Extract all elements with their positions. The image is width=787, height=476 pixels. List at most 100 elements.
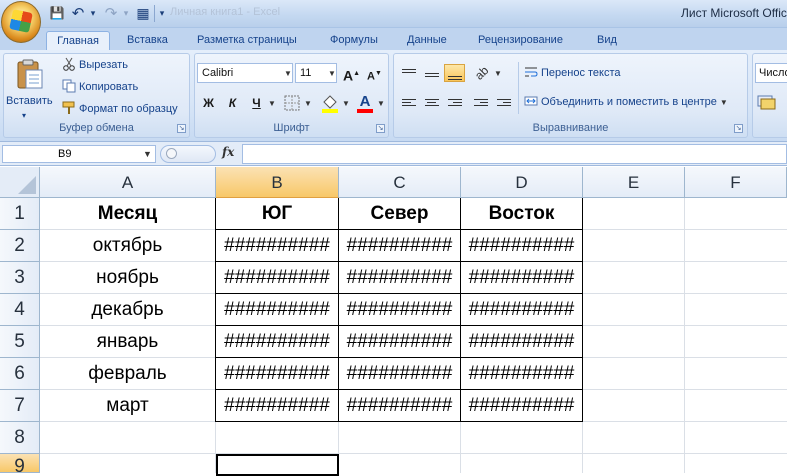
format-painter-button[interactable]: Формат по образцу [62,101,178,117]
name-box[interactable]: B9 [2,145,156,163]
redo-icon[interactable]: ↷ [103,5,119,22]
copy-button[interactable]: Копировать [62,79,138,95]
row-header-2[interactable]: 2 [0,230,40,262]
cell-b7[interactable]: ########## [216,390,338,421]
cell-c3[interactable]: ########## [339,262,460,293]
font-name-dropdown-icon[interactable]: ▼ [284,69,292,78]
column-header-a[interactable]: A [40,167,216,198]
alignment-launcher-icon[interactable]: ↘ [734,124,743,133]
tab-insert[interactable]: Вставка [127,31,168,50]
borders-dropdown-icon[interactable]: ▼ [304,99,312,108]
column-header-f[interactable]: F [685,167,787,198]
row-header-7[interactable]: 7 [0,390,40,422]
font-color-icon[interactable]: A [355,92,375,114]
align-center-icon[interactable] [421,93,442,111]
cell-c7[interactable]: ########## [339,390,460,421]
cell-c2[interactable]: ########## [339,230,460,261]
cell-a5[interactable]: январь [40,326,215,357]
underline-button[interactable]: Ч [246,93,267,112]
cell-b1[interactable]: ЮГ [216,198,338,229]
cell-c4[interactable]: ########## [339,294,460,325]
qat-customize-icon[interactable]: ▾ [157,5,167,22]
align-top-icon[interactable] [398,64,419,82]
cell-d5[interactable]: ########## [461,326,582,357]
cell-b3[interactable]: ########## [216,262,338,293]
cell-a2[interactable]: октябрь [40,230,215,261]
fill-color-dropdown-icon[interactable]: ▼ [342,99,350,108]
number-format-combo[interactable]: Числовой [755,63,787,83]
name-box-dropdown-icon[interactable]: ▼ [143,149,152,159]
borders-icon[interactable] [284,95,300,111]
grow-font-button[interactable]: A▲ [341,63,362,84]
font-size-dropdown-icon[interactable]: ▼ [328,69,336,78]
formula-input[interactable] [242,144,787,164]
cell-b2[interactable]: ########## [216,230,338,261]
row-header-8[interactable]: 8 [0,422,40,454]
cell-d6[interactable]: ########## [461,358,582,389]
cell-b4[interactable]: ########## [216,294,338,325]
merge-center-button[interactable]: Объединить и поместить в центре ▼ [524,94,728,111]
clipboard-launcher-icon[interactable]: ↘ [177,124,186,133]
save-icon[interactable]: 💾 [49,5,65,22]
row-header-6[interactable]: 6 [0,358,40,390]
row-header-4[interactable]: 4 [0,294,40,326]
cell-d2[interactable]: ########## [461,230,582,261]
row-header-1[interactable]: 1 [0,198,40,230]
column-header-b[interactable]: B [216,167,339,198]
font-name-combo[interactable]: Calibri [197,63,293,83]
cell-a4[interactable]: декабрь [40,294,215,325]
font-color-dropdown-icon[interactable]: ▼ [377,99,385,108]
cell-a7[interactable]: март [40,390,215,421]
shrink-font-button[interactable]: A▼ [364,63,385,83]
formula-expand-circle-icon [166,148,177,159]
row-header-3[interactable]: 3 [0,262,40,294]
orientation-dropdown-icon[interactable]: ▼ [494,69,502,78]
font-launcher-icon[interactable]: ↘ [376,124,385,133]
cell-a6[interactable]: февраль [40,358,215,389]
italic-button[interactable]: К [222,93,243,112]
cell-c6[interactable]: ########## [339,358,460,389]
cell-d7[interactable]: ########## [461,390,582,421]
cell-c5[interactable]: ########## [339,326,460,357]
align-right-icon[interactable] [444,93,465,111]
cell-b5[interactable]: ########## [216,326,338,357]
tab-review[interactable]: Рецензирование [478,31,563,50]
cell-d4[interactable]: ########## [461,294,582,325]
column-header-c[interactable]: C [339,167,461,198]
row-header-5[interactable]: 5 [0,326,40,358]
align-bottom-icon[interactable] [444,64,465,82]
cell-c1[interactable]: Север [339,198,460,229]
cell-a1[interactable]: Месяц [40,198,215,229]
align-middle-icon[interactable] [421,64,442,82]
underline-dropdown-icon[interactable]: ▼ [268,99,276,108]
select-all-corner[interactable] [0,167,40,198]
bold-button[interactable]: Ж [198,93,219,112]
increase-indent-icon[interactable] [493,93,514,111]
wrap-text-button[interactable]: Перенос текста [524,65,621,81]
cell-a3[interactable]: ноябрь [40,262,215,293]
tab-data[interactable]: Данные [407,31,447,50]
cell-b6[interactable]: ########## [216,358,338,389]
tab-home[interactable]: Главная [46,31,110,50]
ribbon-tab-row [0,28,787,50]
tab-page-layout[interactable]: Разметка страницы [197,31,297,50]
redo-dropdown-icon[interactable]: ▾ [121,5,131,22]
decrease-indent-icon[interactable] [470,93,491,111]
tab-formulas[interactable]: Формулы [330,31,378,50]
currency-format-icon[interactable] [757,93,779,111]
grid-icon[interactable]: ▦ [135,5,151,22]
insert-function-icon[interactable]: fx [222,145,234,159]
cut-button[interactable]: Вырезать [62,57,128,73]
align-left-icon[interactable] [398,93,419,111]
undo-dropdown-icon[interactable]: ▾ [88,5,98,22]
undo-icon[interactable]: ↶ [70,5,86,22]
row-header-9[interactable]: 9 [0,454,40,473]
paste-button[interactable]: Вставить [6,93,53,109]
fill-color-icon[interactable] [320,93,340,113]
tab-view[interactable]: Вид [597,31,617,50]
column-header-e[interactable]: E [583,167,685,198]
cell-d1[interactable]: Восток [461,198,582,229]
cell-d3[interactable]: ########## [461,262,582,293]
column-header-d[interactable]: D [461,167,583,198]
orientation-icon[interactable]: ab [470,63,494,82]
